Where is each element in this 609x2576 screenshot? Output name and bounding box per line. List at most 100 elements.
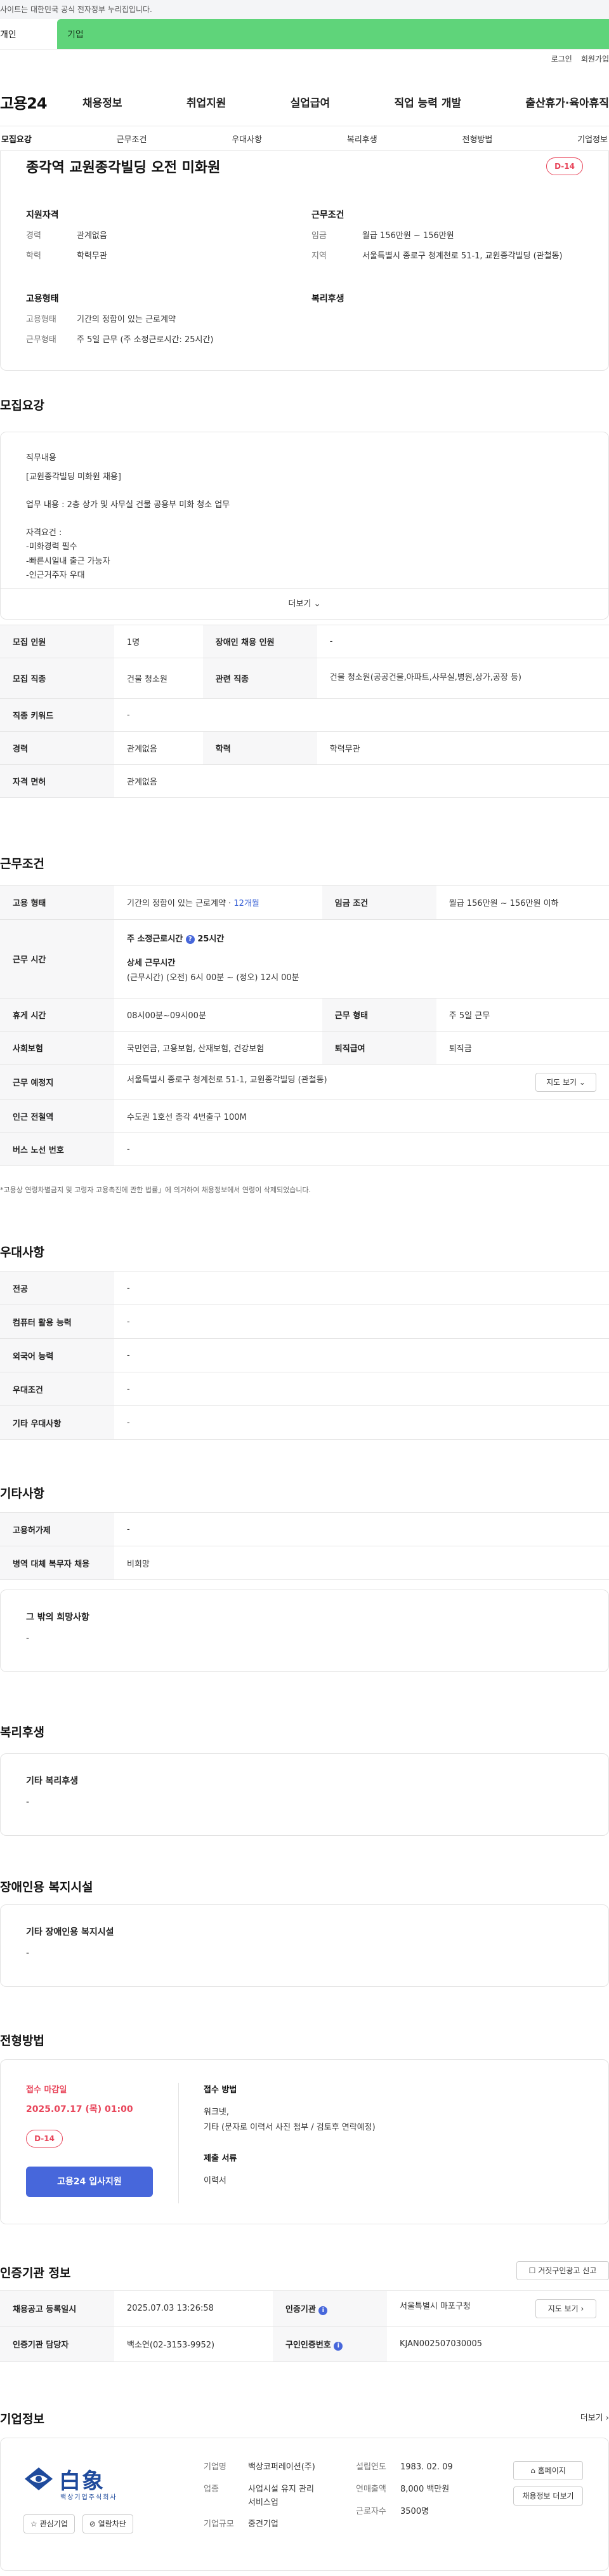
table-row: 병역 대체 복무자 채용 비희망 [0,1546,609,1580]
interest-company-button[interactable]: ☆ 관심기업 [23,2514,75,2533]
emp-type-text: 기간의 정함이 있는 근로계약 · [127,899,234,908]
block-label: 열람차단 [98,2520,126,2528]
info-icon[interactable]: i [318,2306,328,2315]
cell-value: 건물 청소원 [114,658,203,699]
cell-label: 자격 면허 [0,764,114,798]
more-button[interactable]: 더보기 ⌄ [1,588,608,619]
tab-company[interactable]: 기업 [57,19,609,49]
info-icon[interactable]: ? [185,934,195,944]
cell-value: 2025.07.03 13:26:58 [114,2290,273,2327]
gov-notice-bar: 사이트는 대한민국 공식 전자정부 누리집입니다. [0,0,609,19]
report-fake-ad-button[interactable]: ☐ 거짓구인광고 신고 [516,2261,609,2280]
table-row: 우대조건 - [0,1372,609,1406]
signup-link[interactable]: 회원가입 [581,53,609,64]
section-title-welfare: 복리후생 [0,1725,44,1739]
weekly-value: 25시간 [197,934,225,945]
job-title: 종각역 교원종각빌딩 오전 미화원 [26,160,221,176]
company-action-buttons: ☆ 관심기업 ⊘ 열람차단 [23,2514,133,2533]
apply-button[interactable]: 고용24 입사지원 [26,2167,153,2197]
cell-label: 인증기관 i [273,2290,387,2327]
welfare-value: - [26,1797,30,1807]
weekly-hours-line: 주 소정근로시간 ? 25시간 [127,932,596,946]
subnav-company[interactable]: 기업정보 [576,133,609,145]
chevron-down-icon: ⌄ [579,1077,586,1087]
homepage-button[interactable]: ⌂ 홈페이지 [513,2461,583,2480]
chevron-right-icon: › [605,2413,609,2423]
cell-label: 학력 [202,731,317,765]
cell-value: 퇴직금 [436,1031,609,1065]
subnav-welfare[interactable]: 복리후생 [346,133,379,145]
gnb-item-unemployment[interactable]: 실업급여 [291,94,331,110]
kv-value: 주 5일 근무 (주 소정근로시간: 25시간) [77,335,214,345]
cell-label: 우대조건 [0,1372,114,1406]
work-table: 고용 형태 기간의 정함이 있는 근로계약 · 12개월 임금 조건 월급 15… [0,885,609,1166]
cell-value: - [114,1271,609,1305]
table-row: 휴게 시간 08시00분~09시00분 근무 형태 주 5일 근무 [0,998,609,1032]
detail-subnav: 모집요강 근무조건 우대사항 복리후생 전형방법 기업정보 [0,126,609,151]
login-link[interactable]: 로그인 [551,53,572,64]
interest-label: 관심기업 [39,2520,68,2528]
company-more-link[interactable]: 더보기 › [580,2411,609,2423]
subnav-recruit[interactable]: 모집요강 [0,133,33,145]
cell-value: 기간의 정함이 있는 근로계약 · 12개월 [114,885,322,920]
cell-value: - [114,1372,609,1406]
cell-label: 임금 조건 [322,885,436,920]
welfare-heading: 복리후생 [311,294,344,304]
section-title-recruit: 모집요강 [0,399,44,413]
block-icon: ⊘ [89,2520,96,2528]
disability-value: - [26,1948,30,1958]
star-icon: ☆ [30,2520,37,2528]
company-industry: 사업시설 유지 관리 서비스업 [248,2484,314,2507]
recruit-table: 모집 인원 1명 장애인 채용 인원 - 모집 직종 건물 청소원 관련 직종 … [0,625,609,798]
company-jobs-button[interactable]: 채용정보 더보기 [513,2486,583,2506]
report-label: 거짓구인광고 신고 [538,2266,597,2275]
welfare-block: 복리후생 [311,292,578,314]
subnav-work[interactable]: 근무조건 [115,133,148,145]
disability-label: 기타 장애인용 복지시설 [26,1927,114,1937]
gnb-item-support[interactable]: 취업지원 [187,94,226,110]
subnav-process[interactable]: 전형방법 [461,133,494,145]
global-nav: 고용24 채용정보 취업지원 실업급여 직업 능력 개발 출산휴가·육아휴직 [0,84,609,119]
cell-label: 근무 예정지 [0,1064,114,1100]
dday-badge: D-14 [546,157,583,175]
site-logo[interactable]: 고용24 [0,91,82,113]
gnb-menu: 채용정보 취업지원 실업급여 직업 능력 개발 출산휴가·육아휴직 [82,94,609,110]
tab-person[interactable]: 개인 [0,19,57,49]
cell-value: 백소연(02-3153-9952) [114,2326,273,2362]
gnb-item-jobs[interactable]: 채용정보 [82,94,122,110]
other-wishes-card: 그 밖의 희망사항 - [0,1590,609,1672]
kv-value: 서울특별시 종로구 청계천로 51-1, 교원종각빌딩 (관철동) [362,251,563,261]
cell-label: 휴게 시간 [0,998,114,1032]
cert-label: 구인인증번호 [285,2340,331,2350]
cell-value: 주 5일 근무 [436,998,609,1032]
info-label: 업종 [204,2484,219,2494]
table-row: 고용 형태 기간의 정함이 있는 근로계약 · 12개월 임금 조건 월급 15… [0,885,609,920]
user-type-tabs: 개인 기업 [0,19,609,50]
agency-label: 인증기관 [285,2304,316,2314]
table-row: 근무 예정지 서울특별시 종로구 청계천로 51-1, 교원종각빌딩 (관철동)… [0,1064,609,1100]
cell-value: 건물 청소원(공공건물,아파트,사무실,병원,상가,공장 등) [317,658,609,699]
cell-value: 관계없음 [114,731,203,765]
info-icon[interactable]: i [334,2341,343,2351]
job-description: [교원종각빌딩 미화원 채용] 업무 내용 : 2층 상가 및 사무실 건물 공… [26,472,230,580]
company-sales: 8,000 백만원 [400,2484,450,2494]
block-company-button[interactable]: ⊘ 열람차단 [82,2514,133,2533]
cell-label: 직종 키워드 [0,698,114,732]
qualification-block: 지원자격 경력 관계없음 학력 학력무관 [26,208,292,270]
section-title-company: 기업정보 [0,2412,44,2426]
conditions-block: 근무조건 임금 월급 156만원 ~ 156만원 지역 서울특별시 종로구 청계천로… [311,208,578,270]
table-row: 근무 시간 주 소정근로시간 ? 25시간 상세 근무시간 (근무시간) (오전… [0,919,609,999]
age-notice: *고용상 연령차별금지 및 고령자 고용촉진에 관한 법률」에 의거하여 채용정… [0,1186,311,1194]
cell-label: 고용 형태 [0,885,114,920]
cell-value: 서울특별시 종로구 청계천로 51-1, 교원종각빌딩 (관철동) 지도 보기 … [114,1064,609,1100]
gnb-item-leave[interactable]: 출산휴가·육아휴직 [525,94,609,110]
map-button[interactable]: 지도 보기 ⌄ [535,1072,596,1092]
cell-label: 인증기관 담당자 [0,2326,114,2362]
map-button-label: 지도 보기 [547,2304,579,2313]
company-name: 백상코퍼레이션(주) [248,2462,315,2472]
cell-label: 채용공고 등록일시 [0,2290,114,2327]
gnb-item-training[interactable]: 직업 능력 개발 [394,94,461,110]
agency-map-button[interactable]: 지도 보기 › [535,2299,596,2318]
subnav-pref[interactable]: 우대사항 [230,133,263,145]
cell-value: 학력무관 [317,731,609,765]
